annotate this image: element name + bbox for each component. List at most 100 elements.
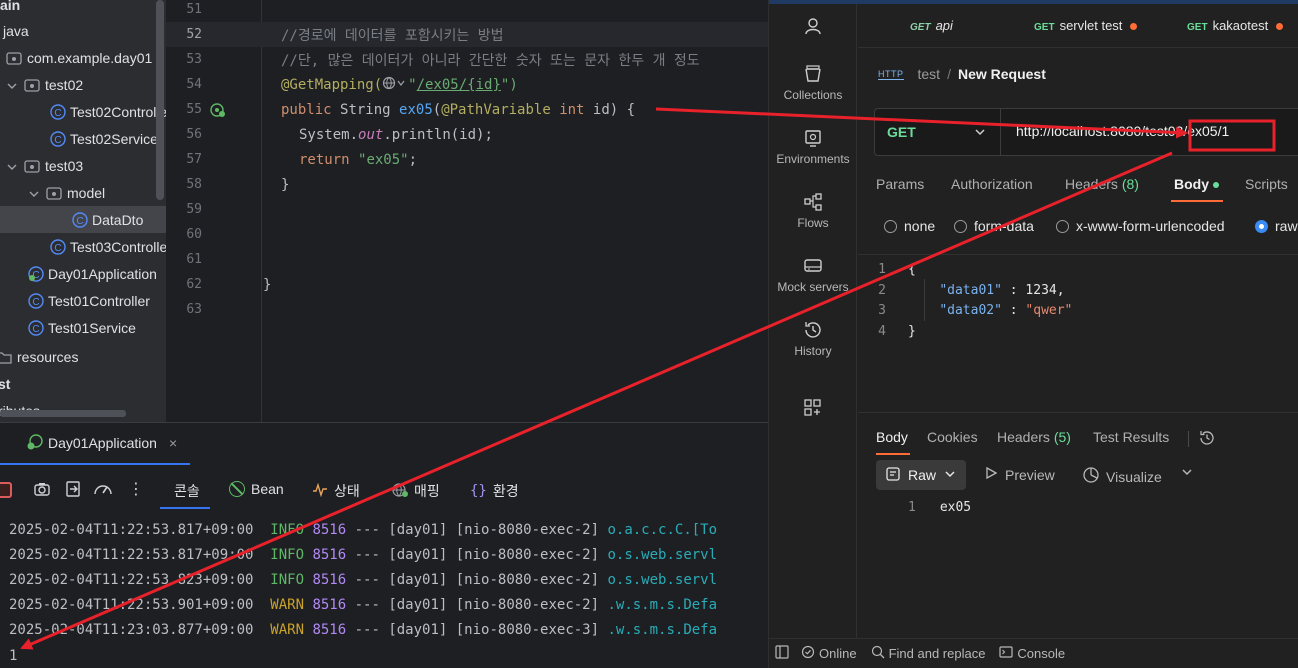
request-title[interactable]: New Request [958, 66, 1046, 82]
chevron-down-icon[interactable] [28, 187, 40, 199]
url-input[interactable]: http://localhost:8080/test03/ex05/1 [1016, 123, 1229, 139]
sidebar-item-flows[interactable]: Flows [769, 192, 857, 230]
log-logger[interactable]: .w.s.m.s.Defa [607, 597, 717, 613]
tab-console[interactable]: 콘솔 [174, 481, 200, 501]
tree-item-class-selected[interactable]: C DataDto [0, 206, 166, 233]
log-logger[interactable]: .w.s.m.s.Defa [607, 622, 717, 638]
sidebar-label: Environments [776, 152, 850, 166]
chevron-down-icon[interactable] [1181, 466, 1193, 478]
tree-item-main[interactable]: ain [0, 0, 20, 18]
tab-mapping[interactable]: 매핑 [392, 481, 440, 501]
code-line[interactable]: 59 [166, 197, 768, 222]
code-line[interactable]: 60 [166, 222, 768, 247]
tab-method: GET [910, 22, 931, 33]
code-line[interactable]: 51 [166, 0, 768, 22]
radio-urlencoded[interactable]: x-www-form-urlencoded [1056, 218, 1225, 234]
tree-item-resources[interactable]: resources [0, 343, 78, 370]
tree-item-test03[interactable]: test03 [6, 152, 83, 179]
tab-params[interactable]: Params [876, 176, 924, 192]
tab-scripts[interactable]: Scripts [1245, 176, 1288, 192]
log-logger[interactable]: o.s.web.servl [607, 547, 717, 563]
response-format-select[interactable]: Raw [876, 460, 966, 490]
tree-item-package-root[interactable]: com.example.day01 [6, 44, 152, 71]
online-status[interactable]: Online [801, 645, 857, 662]
code-line[interactable]: 55 public String ex05(@PathVariable int … [166, 97, 768, 122]
request-tab[interactable]: GET servlet test [1034, 18, 1138, 33]
history-icon[interactable] [1198, 429, 1216, 450]
log-logger[interactable]: o.a.c.c.C.[To [607, 522, 717, 538]
tree-horizontal-scrollbar[interactable] [0, 410, 126, 417]
log-logger[interactable]: o.s.web.servl [607, 572, 717, 588]
class-icon: C [50, 103, 66, 120]
chevron-down-icon[interactable] [6, 79, 18, 91]
gauge-icon[interactable] [93, 480, 113, 501]
stop-icon[interactable] [0, 482, 12, 498]
radio-form-data[interactable]: form-data [954, 218, 1034, 234]
resp-tab-body[interactable]: Body [876, 429, 908, 445]
code-line[interactable]: 58 } [166, 172, 768, 197]
camera-icon[interactable] [33, 480, 51, 501]
tree-item-class[interactable]: C Test02Service [50, 125, 158, 152]
tree-item-app-class[interactable]: C Day01Application [28, 260, 157, 287]
console-button[interactable]: Console [999, 645, 1065, 662]
chevron-down-icon[interactable] [6, 160, 18, 172]
closing-brace: } [263, 276, 272, 293]
request-tab[interactable]: GET kakaotest [1187, 18, 1284, 33]
exit-icon[interactable] [64, 480, 82, 501]
sidebar-item-collections[interactable]: Collections [769, 64, 857, 102]
radio-none[interactable]: none [884, 218, 935, 234]
code-line-current[interactable]: 52 //경로에 데이터를 포함시키는 방법 [166, 22, 768, 47]
code-line[interactable]: 54 @GetMapping("/ex05/{id}") [166, 72, 768, 97]
log-pid: 8516 [312, 621, 347, 638]
tab-body[interactable]: Body [1174, 176, 1219, 192]
tab-status[interactable]: 상태 [312, 481, 360, 501]
close-icon[interactable]: × [169, 435, 177, 451]
more-icon[interactable]: ⋮ [128, 479, 144, 499]
globe-icon[interactable] [382, 76, 408, 94]
resp-tab-test-results[interactable]: Test Results [1093, 429, 1169, 445]
class-icon: C [28, 319, 44, 336]
resp-tab-cookies[interactable]: Cookies [927, 429, 978, 445]
code-line[interactable]: 61 [166, 247, 768, 272]
sidebar-item-environments[interactable]: Environments [769, 128, 857, 166]
code-line[interactable]: 53 //단, 많은 데이터가 아니라 간단한 숫자 또는 문자 한두 개 정도 [166, 47, 768, 72]
preview-button[interactable]: Preview [985, 466, 1055, 483]
method-select[interactable]: GET [875, 109, 1001, 155]
tree-item-label: model [67, 184, 106, 201]
tree-item-class[interactable]: C Test03Controlle [50, 233, 166, 260]
code-line[interactable]: 57 return "ex05"; [166, 147, 768, 172]
tab-authorization[interactable]: Authorization [951, 176, 1033, 192]
radio-raw[interactable]: raw [1255, 218, 1298, 234]
code-line[interactable]: 62 } [166, 272, 768, 297]
tab-headers[interactable]: Headers (8) [1065, 176, 1139, 192]
tree-item-class[interactable]: C Test02Controlle [50, 98, 166, 125]
tree-scrollbar[interactable] [156, 0, 164, 200]
request-tab[interactable]: GET api [910, 18, 953, 33]
breadcrumb-parent[interactable]: test [918, 66, 941, 82]
find-replace-button[interactable]: Find and replace [871, 645, 985, 662]
tab-bean[interactable]: Bean [229, 481, 284, 497]
spring-endpoint-gutter-icon[interactable] [210, 102, 228, 118]
sidebar-toggle-icon[interactable] [775, 645, 789, 662]
user-icon[interactable] [769, 16, 857, 40]
resp-tab-headers[interactable]: Headers (5) [997, 429, 1071, 445]
tree-item-test02[interactable]: test02 [6, 71, 83, 98]
tree-item-java[interactable]: java [0, 17, 29, 44]
tree-item-class[interactable]: C Test01Service [28, 314, 136, 341]
code-line[interactable]: 56 System.out.println(id); [166, 122, 768, 147]
url-path-token[interactable]: /ex05/{id} [417, 77, 501, 93]
body-line-number: 1 [878, 261, 886, 277]
visualize-button[interactable]: Visualize [1082, 466, 1162, 487]
line-number: 57 [186, 152, 202, 167]
tree-item-test-root[interactable]: st [0, 370, 10, 397]
sidebar-item-history[interactable]: History [769, 320, 857, 358]
sidebar-item-mock-servers[interactable]: Mock servers [769, 256, 857, 294]
request-body-editor[interactable]: 1{ 2 "data01" : 1234, 3 "data02" : "qwer… [858, 254, 1298, 406]
code-editor[interactable]: 51 52 //경로에 데이터를 포함시키는 방법 53 //단, 많은 데이터… [166, 0, 768, 422]
tree-item-class[interactable]: C Test01Controller [28, 287, 150, 314]
code-line[interactable]: 63 [166, 297, 768, 322]
run-tab[interactable]: Day01Application × [0, 423, 190, 465]
apps-icon[interactable] [769, 398, 857, 422]
tree-item-model[interactable]: model [28, 179, 105, 206]
tab-env[interactable]: {} 환경 [470, 481, 519, 501]
